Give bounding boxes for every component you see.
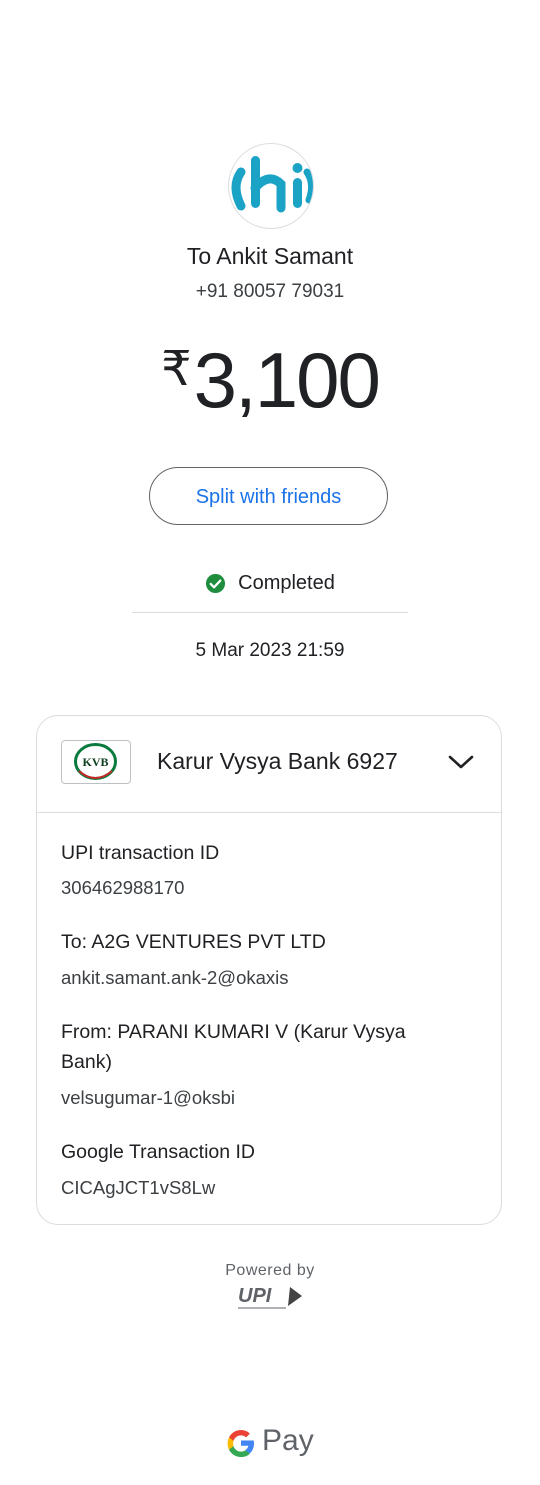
bank-logo: KVB bbox=[61, 740, 131, 784]
split-with-friends-button[interactable]: Split with friends bbox=[149, 467, 388, 525]
check-circle-icon bbox=[206, 573, 226, 594]
google-pay-logo: Pay bbox=[224, 1422, 316, 1462]
status-text: Completed bbox=[238, 572, 335, 594]
kvb-logo-icon: KVB bbox=[74, 743, 117, 780]
amount-value: 3,100 bbox=[193, 336, 381, 424]
to-upi-id-value: ankit.samant.ank-2@okaxis bbox=[61, 967, 289, 988]
google-transaction-id-value: CICAgJCT1vS8Lw bbox=[61, 1177, 216, 1198]
payment-amount: ₹3,100 bbox=[0, 335, 540, 426]
gpay-text: Pay bbox=[262, 1424, 314, 1457]
from-label: From: PARANI KUMARI V (Karur Vysya Bank) bbox=[61, 1021, 406, 1073]
powered-by-text: Powered by bbox=[225, 1262, 315, 1279]
transaction-details-card: KVB Karur Vysya Bank 6927 UPI transactio… bbox=[36, 715, 502, 1225]
google-g-icon bbox=[227, 1430, 254, 1457]
upi-logo-icon: UPI bbox=[238, 1285, 302, 1309]
to-label: To: A2G VENTURES PVT LTD bbox=[61, 931, 326, 953]
upi-transaction-id-value: 306462988170 bbox=[61, 877, 185, 898]
kvb-logo-text: KVB bbox=[82, 755, 108, 769]
recipient-phone: +91 80057 79031 bbox=[195, 281, 345, 302]
status-divider bbox=[132, 612, 408, 613]
status-row: Completed bbox=[0, 572, 540, 595]
recipient-logo-icon bbox=[231, 156, 313, 213]
bank-account-header[interactable]: KVB Karur Vysya Bank 6927 bbox=[37, 716, 501, 813]
upi-transaction-id-label: UPI transaction ID bbox=[61, 842, 220, 864]
from-upi-id-value: velsugumar-1@oksbi bbox=[61, 1087, 236, 1108]
chevron-down-icon[interactable] bbox=[447, 752, 475, 772]
transaction-date: 5 Mar 2023 21:59 bbox=[195, 640, 345, 661]
bank-name: Karur Vysya Bank 6927 bbox=[157, 748, 398, 774]
recipient-name: To Ankit Samant bbox=[186, 243, 354, 269]
google-transaction-id-label: Google Transaction ID bbox=[61, 1141, 256, 1163]
upi-logo-text: UPI bbox=[238, 1285, 272, 1307]
recipient-avatar bbox=[228, 143, 314, 229]
currency-symbol: ₹ bbox=[161, 343, 192, 396]
